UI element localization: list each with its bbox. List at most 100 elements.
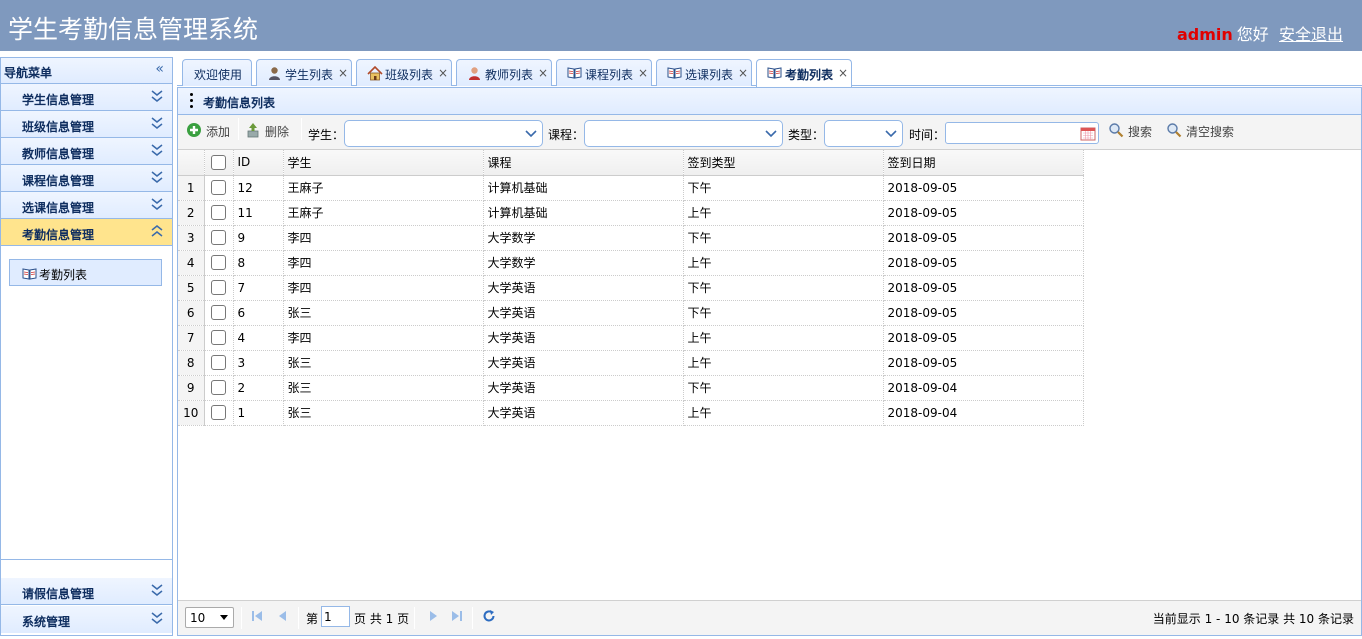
column-header-student[interactable]: 学生 (283, 150, 484, 176)
course-combo[interactable] (584, 120, 783, 147)
row-number: 4 (178, 250, 205, 276)
close-icon[interactable]: × (738, 66, 748, 80)
cell-type: 上午 (683, 350, 884, 376)
select-all-checkbox[interactable] (210, 154, 226, 170)
column-header-type[interactable]: 签到类型 (683, 150, 884, 176)
row-checkbox[interactable] (210, 330, 226, 345)
row-checkbox[interactable] (210, 280, 226, 295)
type-combo[interactable] (824, 120, 903, 147)
page-size-select[interactable]: 10 (185, 607, 234, 628)
row-number: 10 (178, 400, 205, 426)
tab-attendance-list[interactable]: 考勤列表 × (756, 59, 852, 87)
sidebar-item-system[interactable]: 系统管理 (1, 606, 172, 633)
first-page-icon[interactable] (251, 610, 263, 622)
add-icon (187, 123, 201, 137)
cell-id: 11 (233, 200, 284, 226)
sidebar-title: 导航菜单 (4, 66, 53, 80)
row-checkbox[interactable] (210, 180, 226, 195)
tab-label: 考勤列表 (785, 68, 834, 82)
table-row[interactable]: 1 12 王麻子 计算机基础 下午 2018-09-05 (178, 175, 1084, 201)
row-number: 7 (178, 325, 205, 351)
cell-type: 上午 (683, 250, 884, 276)
menu-item-attendance-list[interactable]: 考勤列表 (9, 259, 162, 286)
panel-header: 考勤信息列表 (178, 88, 1361, 115)
sidebar-item-course[interactable]: 课程信息管理 (1, 165, 172, 192)
row-select-cell (204, 300, 234, 326)
table-row[interactable]: 2 11 王麻子 计算机基础 上午 2018-09-05 (178, 200, 1084, 226)
sidebar-item-selection[interactable]: 选课信息管理 (1, 192, 172, 219)
table-row[interactable]: 6 6 张三 大学英语 下午 2018-09-05 (178, 300, 1084, 326)
tab-course-list[interactable]: 课程列表 × (556, 59, 652, 86)
row-select-cell (204, 225, 234, 251)
sidebar-item-leave[interactable]: 请假信息管理 (1, 578, 172, 605)
prev-page-icon[interactable] (277, 610, 289, 622)
column-header-course[interactable]: 课程 (483, 150, 684, 176)
page-number-input[interactable]: 1 (321, 606, 350, 627)
cell-course: 计算机基础 (483, 200, 684, 226)
logout-link[interactable]: 安全退出 (1279, 21, 1343, 45)
sidebar-item-attendance[interactable]: 考勤信息管理 (1, 219, 172, 246)
tab-selection-list[interactable]: 选课列表 × (656, 59, 752, 86)
next-page-icon[interactable] (427, 610, 439, 622)
cell-date: 2018-09-04 (883, 375, 1084, 401)
sidebar-item-teacher[interactable]: 教师信息管理 (1, 138, 172, 165)
row-checkbox[interactable] (210, 205, 226, 220)
table-row[interactable]: 10 1 张三 大学英语 上午 2018-09-04 (178, 400, 1084, 426)
table-row[interactable]: 8 3 张三 大学英语 上午 2018-09-05 (178, 350, 1084, 376)
book-icon (22, 268, 37, 280)
row-checkbox[interactable] (210, 230, 226, 245)
pagination-bar: 10 第 1 页 共 1 页 当前显示 1 - 10 条记录 共 10 条记录 (178, 600, 1361, 635)
row-checkbox[interactable] (210, 405, 226, 420)
row-checkbox[interactable] (210, 305, 226, 320)
row-select-cell (204, 350, 234, 376)
cell-student: 王麻子 (283, 175, 484, 201)
tab-label: 欢迎使用 (194, 68, 243, 82)
chevron-double-down-icon (151, 144, 163, 156)
row-checkbox[interactable] (210, 380, 226, 395)
row-checkbox[interactable] (210, 255, 226, 270)
toolbar-divider (301, 118, 302, 140)
add-label: 添加 (206, 125, 231, 139)
date-input[interactable] (945, 122, 1099, 144)
collapse-left-icon[interactable]: « (155, 61, 164, 77)
cell-course: 大学英语 (483, 400, 684, 426)
last-page-icon[interactable] (451, 610, 463, 622)
close-icon[interactable]: × (338, 66, 348, 80)
tab-welcome[interactable]: 欢迎使用 (182, 59, 252, 86)
student-combo[interactable] (344, 120, 543, 147)
cell-date: 2018-09-05 (883, 175, 1084, 201)
delete-label: 删除 (265, 125, 290, 139)
table-row[interactable]: 4 8 李四 大学数学 上午 2018-09-05 (178, 250, 1084, 276)
cell-student: 张三 (283, 375, 484, 401)
attendance-submenu: 考勤列表 (1, 246, 172, 560)
close-icon[interactable]: × (538, 66, 548, 80)
calendar-icon[interactable] (1080, 126, 1096, 141)
sidebar-item-label: 学生信息管理 (22, 93, 95, 107)
column-header-date[interactable]: 签到日期 (883, 150, 1084, 176)
sidebar-item-class[interactable]: 班级信息管理 (1, 111, 172, 138)
table-row[interactable]: 3 9 李四 大学数学 下午 2018-09-05 (178, 225, 1084, 251)
book-icon (667, 67, 682, 79)
table-row[interactable]: 9 2 张三 大学英语 下午 2018-09-04 (178, 375, 1084, 401)
cell-course: 大学英语 (483, 300, 684, 326)
tab-label: 班级列表 (385, 68, 434, 82)
tab-label: 教师列表 (485, 68, 534, 82)
sidebar-item-label: 课程信息管理 (22, 174, 95, 188)
cell-type: 上午 (683, 325, 884, 351)
table-row[interactable]: 5 7 李四 大学英语 下午 2018-09-05 (178, 275, 1084, 301)
table-row[interactable]: 7 4 李四 大学英语 上午 2018-09-05 (178, 325, 1084, 351)
column-header-id[interactable]: ID (233, 150, 284, 176)
tab-teacher-list[interactable]: 教师列表 × (456, 59, 552, 86)
page-prefix: 第 (306, 612, 319, 626)
close-icon[interactable]: × (638, 66, 648, 80)
close-icon[interactable]: × (838, 66, 848, 80)
sidebar-item-student[interactable]: 学生信息管理 (1, 84, 172, 111)
row-checkbox[interactable] (210, 355, 226, 370)
refresh-icon[interactable] (482, 609, 496, 623)
close-icon[interactable]: × (438, 66, 448, 80)
tab-class-list[interactable]: 班级列表 × (356, 59, 452, 86)
tab-bar: 欢迎使用 学生列表 × 班级列表 × 教师列表 × 课程列表 × 选课列表 × … (177, 57, 1362, 87)
cell-date: 2018-09-05 (883, 350, 1084, 376)
tab-student-list[interactable]: 学生列表 × (256, 59, 352, 86)
clear-search-label: 清空搜索 (1186, 125, 1235, 139)
